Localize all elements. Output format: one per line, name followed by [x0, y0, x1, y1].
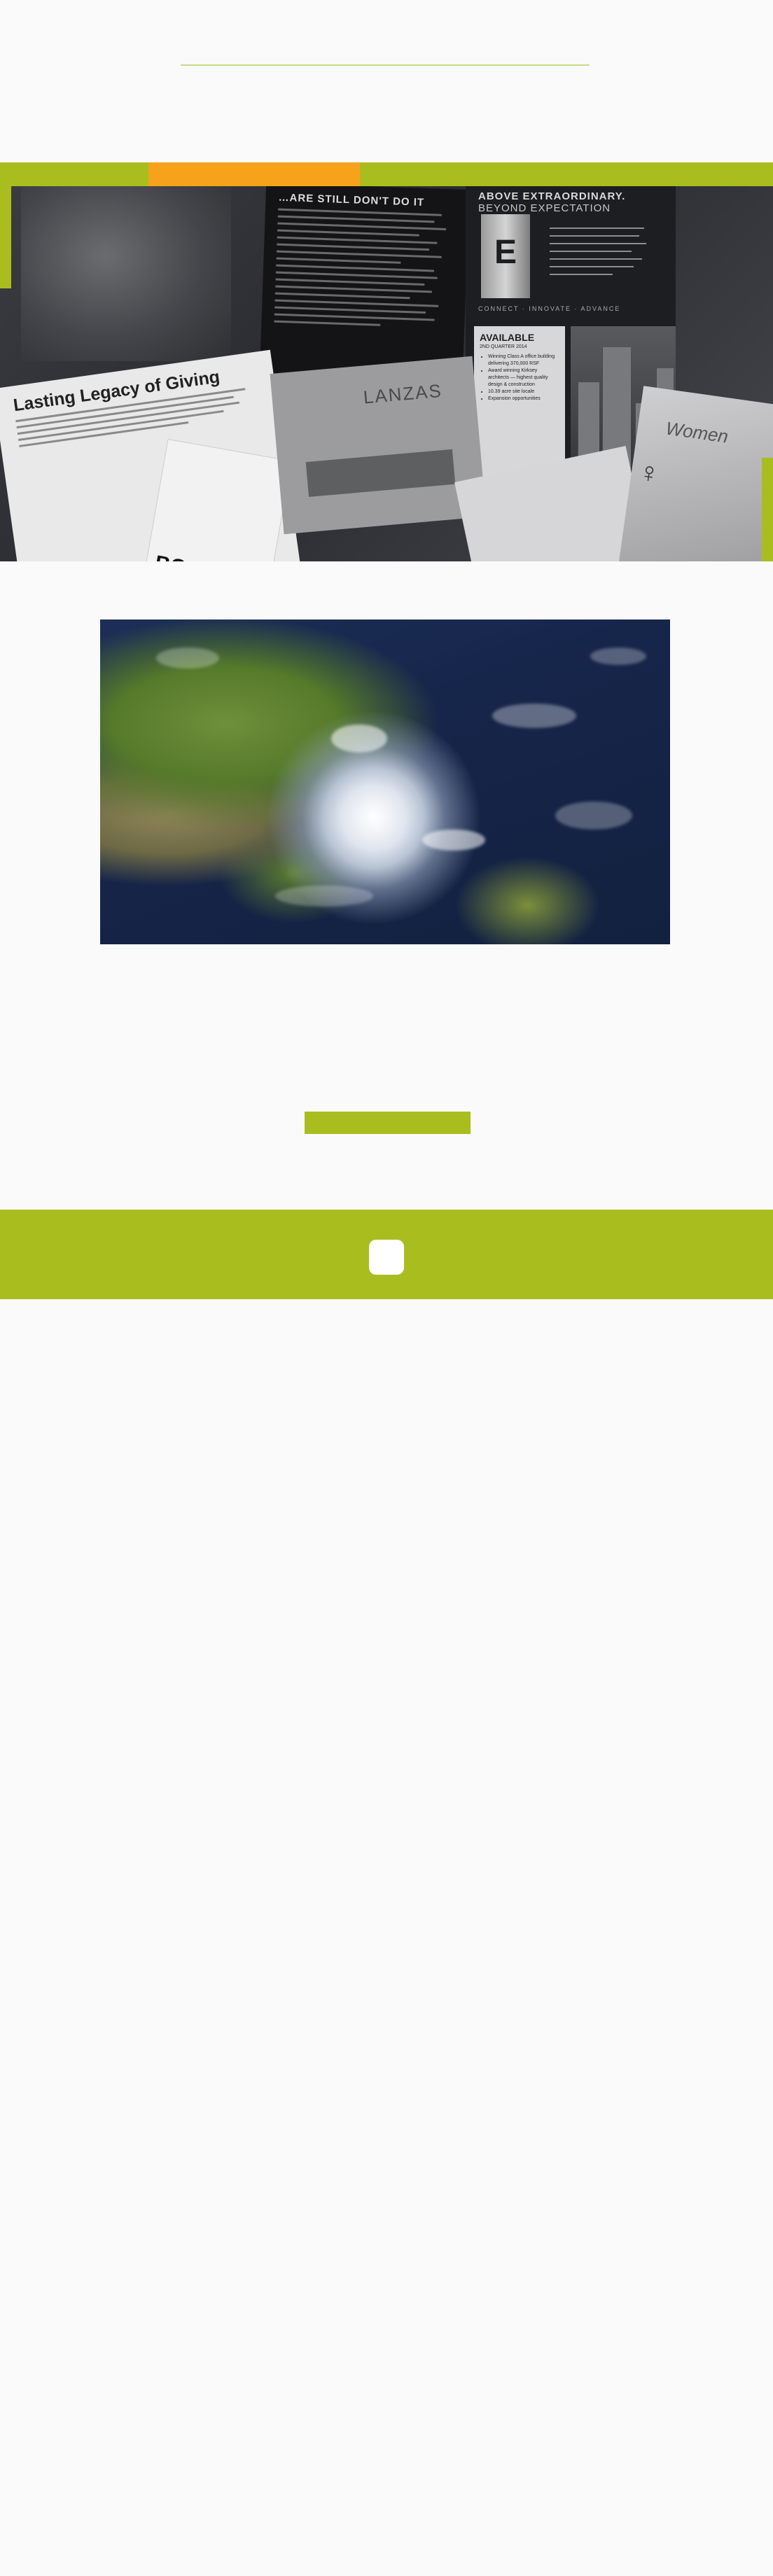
horse-brochure: LANZAS — [270, 356, 487, 535]
available-list: Winning Class A office building deliveri… — [480, 354, 559, 402]
energy-heading: ABOVE EXTRAORDINARY. — [478, 190, 626, 202]
dark-brochure-heading: …ARE STILL DON'T DO IT — [278, 191, 425, 209]
right-green-accent — [762, 458, 773, 561]
social-icon[interactable] — [369, 1240, 404, 1275]
horse-title: LANZAS — [362, 379, 443, 408]
energy-subheading: BEYOND EXPECTATION — [478, 202, 611, 214]
hands-photo — [21, 186, 231, 361]
available-date: 2ND QUARTER 2014 — [480, 344, 527, 349]
book-title: BOOK — [153, 552, 219, 561]
available-title: AVAILABLE — [480, 332, 535, 343]
women-title: Women — [664, 417, 730, 447]
available-item: Expansion opportunities — [488, 396, 559, 402]
top-divider — [181, 64, 590, 66]
accent-strip — [0, 162, 773, 186]
available-item: Award winning Kirksey architects — highe… — [488, 368, 559, 388]
dark-brochure-text — [274, 208, 456, 329]
energy-tagline: CONNECT · INNOVATE · ADVANCE — [478, 305, 621, 312]
portfolio-collage-image: …ARE STILL DON'T DO IT ABOVE EXTRAORDINA… — [0, 186, 773, 561]
cta-button[interactable] — [305, 1112, 471, 1134]
available-item: 10.39 acre site locale — [488, 388, 559, 396]
energy-logo: E — [481, 214, 530, 298]
women-card: Women ♀ — [618, 386, 773, 561]
orange-tab — [148, 162, 360, 186]
hurricane-satellite-image — [100, 620, 670, 944]
book-card: BOOK — [142, 438, 292, 561]
energy-body-text — [550, 221, 655, 275]
horse-photo — [305, 449, 456, 497]
left-green-accent — [0, 186, 11, 288]
female-symbol-icon: ♀ — [636, 456, 662, 490]
available-item: Winning Class A office building deliveri… — [488, 354, 559, 368]
